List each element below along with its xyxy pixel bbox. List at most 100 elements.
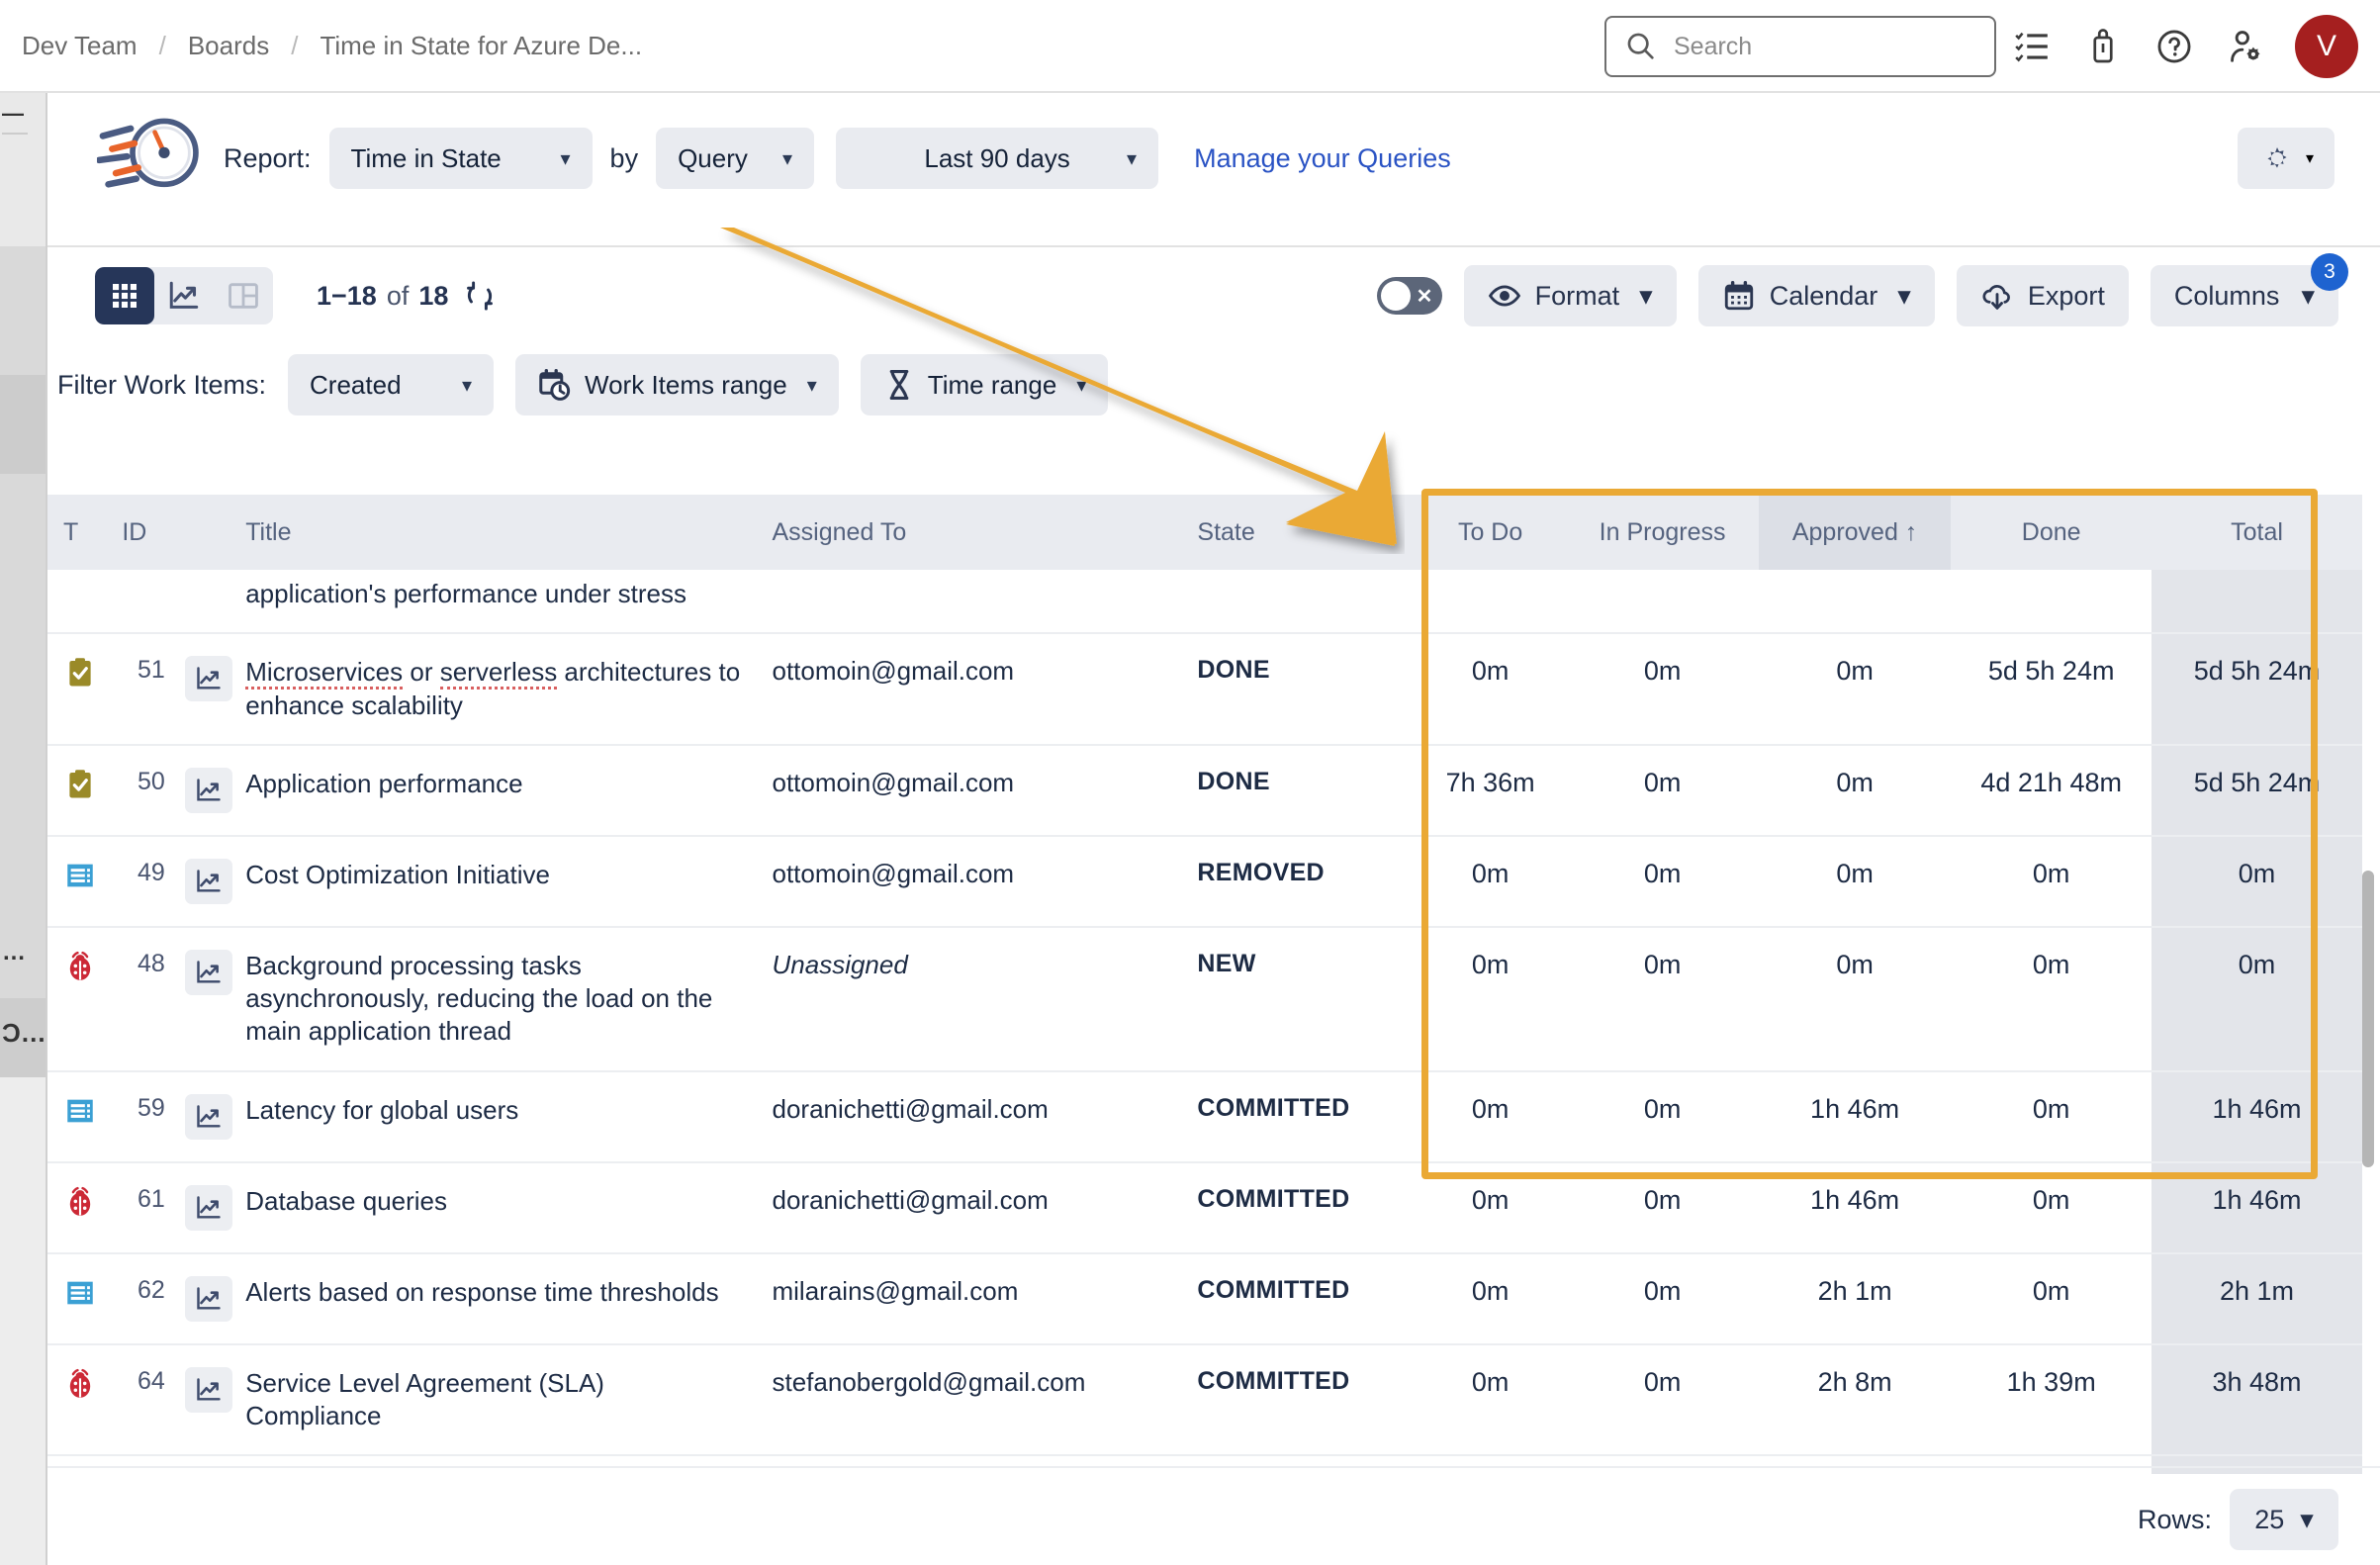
trend-chart-icon xyxy=(167,279,201,313)
row-chart-button[interactable] xyxy=(185,1094,232,1140)
group-by-select[interactable]: Query ▾ xyxy=(656,128,814,189)
rows-per-page-select[interactable]: 25 ▾ xyxy=(2230,1489,2338,1550)
table-header: T ID Title Assigned To State To Do In Pr… xyxy=(47,495,2362,570)
calendar-button[interactable]: Calendar ▾ xyxy=(1698,265,1935,326)
column-header-done[interactable]: Done xyxy=(1951,495,2151,570)
filter-field-select[interactable]: Created ▾ xyxy=(288,354,494,415)
cell-title[interactable]: Latency for global users xyxy=(229,1071,756,1162)
row-chart-button[interactable] xyxy=(185,859,232,904)
column-header-chart xyxy=(169,495,229,570)
row-chart-button[interactable] xyxy=(185,1276,232,1322)
table-row[interactable]: 50 Application performance ottomoin@gmai… xyxy=(47,745,2362,836)
cell-total: 0m xyxy=(2151,927,2362,1071)
grid-view-button[interactable] xyxy=(95,267,154,324)
cell-id: 62 xyxy=(106,1253,168,1344)
results-table-container: T ID Title Assigned To State To Do In Pr… xyxy=(47,495,2380,1474)
cell-title[interactable]: Service Level Agreement (SLA) Compliance xyxy=(229,1344,756,1456)
column-header-type[interactable]: T xyxy=(47,495,106,570)
cell-title[interactable]: Alerts based on response time thresholds xyxy=(229,1253,756,1344)
table-body: application's performance under stress xyxy=(47,570,2362,1474)
column-header-assigned-to[interactable]: Assigned To xyxy=(757,495,1182,570)
report-type-select[interactable]: Time in State ▾ xyxy=(329,128,593,189)
user-settings-icon[interactable] xyxy=(2210,0,2281,93)
cell-approved: 0m xyxy=(1759,836,1951,927)
breadcrumb-item-org[interactable]: Dev Team xyxy=(22,31,159,61)
cell-title[interactable]: Application performance xyxy=(229,745,756,836)
column-header-id[interactable]: ID xyxy=(106,495,168,570)
cell-title[interactable]: Cost Optimization Initiative xyxy=(229,836,756,927)
vertical-scrollbar[interactable] xyxy=(2362,871,2374,1167)
format-button[interactable]: Format ▾ xyxy=(1464,265,1677,326)
cell-title[interactable]: Database queries xyxy=(229,1162,756,1253)
chevron-down-icon: ▾ xyxy=(1101,146,1137,171)
table-row[interactable]: 61 Database queries doranichetti@gmail.c… xyxy=(47,1162,2362,1253)
cell-done: 0m xyxy=(1951,836,2151,927)
chart-view-button[interactable] xyxy=(154,267,214,324)
column-header-total[interactable]: Total xyxy=(2151,495,2362,570)
refresh-icon[interactable] xyxy=(464,280,496,312)
table-row[interactable]: 49 Cost Optimization Initiative ottomoin… xyxy=(47,836,2362,927)
column-header-to-do[interactable]: To Do xyxy=(1415,495,1567,570)
columns-button[interactable]: Columns ▾ 3 xyxy=(2151,265,2338,326)
table-row[interactable]: 48 Background processing tasks asynchron… xyxy=(47,927,2362,1071)
settings-button[interactable]: ▾ xyxy=(2238,128,2334,189)
cell-approved xyxy=(1759,570,1951,633)
column-header-approved[interactable]: Approved ↑ xyxy=(1759,495,1951,570)
time-range-button[interactable]: Time range ▾ xyxy=(861,354,1109,415)
backpack-icon[interactable] xyxy=(2067,0,2139,93)
cell-title[interactable]: Microservices or serverless architecture… xyxy=(229,633,756,745)
table-row[interactable]: 51 Microservices or serverless architect… xyxy=(47,633,2362,745)
cell-chart xyxy=(169,745,229,836)
manage-queries-link[interactable]: Manage your Queries xyxy=(1194,143,1451,174)
cell-in-progress xyxy=(1566,570,1758,633)
board-view-button[interactable] xyxy=(214,267,273,324)
row-chart-button[interactable] xyxy=(185,768,232,813)
row-chart-button[interactable] xyxy=(185,1367,232,1413)
cell-chart xyxy=(169,1344,229,1456)
cell-title[interactable]: User Password Reset Functionality xyxy=(229,1455,756,1474)
row-chart-button[interactable] xyxy=(185,1185,232,1231)
column-header-title[interactable]: Title xyxy=(229,495,756,570)
breadcrumb-item-boards[interactable]: Boards xyxy=(166,31,291,61)
cell-in-progress: 0m xyxy=(1566,745,1758,836)
cell-total: 0m xyxy=(2151,836,2362,927)
table-row[interactable]: 65 User Password Reset Functionality ott… xyxy=(47,1455,2362,1474)
column-header-in-progress[interactable]: In Progress xyxy=(1566,495,1758,570)
breadcrumb-item-current[interactable]: Time in State for Azure De... xyxy=(298,31,664,61)
cell-assigned-to: doranichetti@gmail.com xyxy=(757,1071,1182,1162)
cell-state: NEW xyxy=(1181,927,1414,1071)
cell-id: 49 xyxy=(106,836,168,927)
cell-total xyxy=(2151,570,2362,633)
date-range-select[interactable]: Last 90 days ▾ xyxy=(836,128,1158,189)
row-chart-button[interactable] xyxy=(185,950,232,995)
cell-title[interactable]: Background processing tasks asynchronous… xyxy=(229,927,756,1071)
visibility-toggle[interactable]: ✕ xyxy=(1377,277,1442,315)
page-of-label: of xyxy=(387,281,410,312)
sidebar-strip-block: Ɔ… xyxy=(0,998,46,1077)
work-items-range-button[interactable]: Work Items range ▾ xyxy=(515,354,839,415)
avatar-initial: V xyxy=(2317,30,2336,63)
cell-done xyxy=(1951,570,2151,633)
help-icon[interactable] xyxy=(2139,0,2210,93)
chevron-down-icon: ▾ xyxy=(757,146,792,171)
table-row[interactable]: 59 Latency for global users doranichetti… xyxy=(47,1071,2362,1162)
cell-total: 2h 1m xyxy=(2151,1253,2362,1344)
checklist-icon[interactable] xyxy=(1996,0,2067,93)
cell-done: 5d 5h 24m xyxy=(1951,633,2151,745)
table-row-partial[interactable]: application's performance under stress xyxy=(47,570,2362,633)
cell-approved: 1h 46m xyxy=(1759,1071,1951,1162)
table-row[interactable]: 62 Alerts based on response time thresho… xyxy=(47,1253,2362,1344)
row-chart-button[interactable] xyxy=(185,656,232,701)
search-input[interactable]: Search xyxy=(1604,16,1996,77)
avatar[interactable]: V xyxy=(2295,15,2358,78)
cell-title[interactable]: application's performance under stress xyxy=(229,570,756,633)
cell-type xyxy=(47,1071,106,1162)
columns-count-badge: 3 xyxy=(2311,253,2348,291)
sidebar-strip-dash: — xyxy=(2,101,24,127)
export-button[interactable]: Export xyxy=(1957,265,2129,326)
cell-state xyxy=(1181,570,1414,633)
cell-assigned-to: ottomoin@gmail.com xyxy=(757,1455,1182,1474)
column-header-state[interactable]: State xyxy=(1181,495,1414,570)
table-row[interactable]: 64 Service Level Agreement (SLA) Complia… xyxy=(47,1344,2362,1456)
cell-done: 0m xyxy=(1951,1253,2151,1344)
